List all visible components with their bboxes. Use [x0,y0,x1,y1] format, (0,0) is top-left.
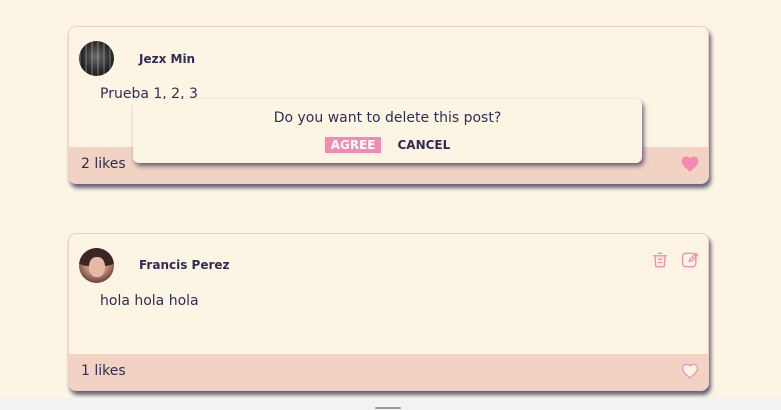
cancel-button[interactable]: CANCEL [397,137,450,153]
avatar-face [89,257,105,277]
agree-button[interactable]: AGREE [324,137,382,153]
likes-count: 2 likes [81,156,126,172]
user-avatar[interactable] [79,248,114,283]
delete-confirm-dialog: Do you want to delete this post? AGREE C… [133,99,642,163]
user-avatar[interactable] [79,41,114,76]
scroll-handle[interactable] [375,407,401,409]
dialog-buttons: AGREE CANCEL [133,137,642,153]
post-text: hola hola hola [100,293,199,309]
post-author-name[interactable]: Francis Perez [139,258,230,272]
post-footer: 1 likes [69,354,708,390]
trash-icon[interactable] [650,250,670,270]
post-actions [650,250,700,270]
post-card: Francis Perez hola hola hola 1 likes [68,233,709,391]
post-author-name[interactable]: Jezx Min [139,52,195,66]
dialog-question: Do you want to delete this post? [273,110,502,126]
heart-outline-icon[interactable] [680,361,700,381]
bottom-scrollbar[interactable] [0,398,781,410]
edit-icon[interactable] [680,250,700,270]
feed-page: Jezx Min Prueba 1, 2, 3 2 likes Francis … [0,0,781,410]
avatar-image [79,41,114,76]
likes-count: 1 likes [81,363,126,379]
heart-icon[interactable] [680,154,700,174]
